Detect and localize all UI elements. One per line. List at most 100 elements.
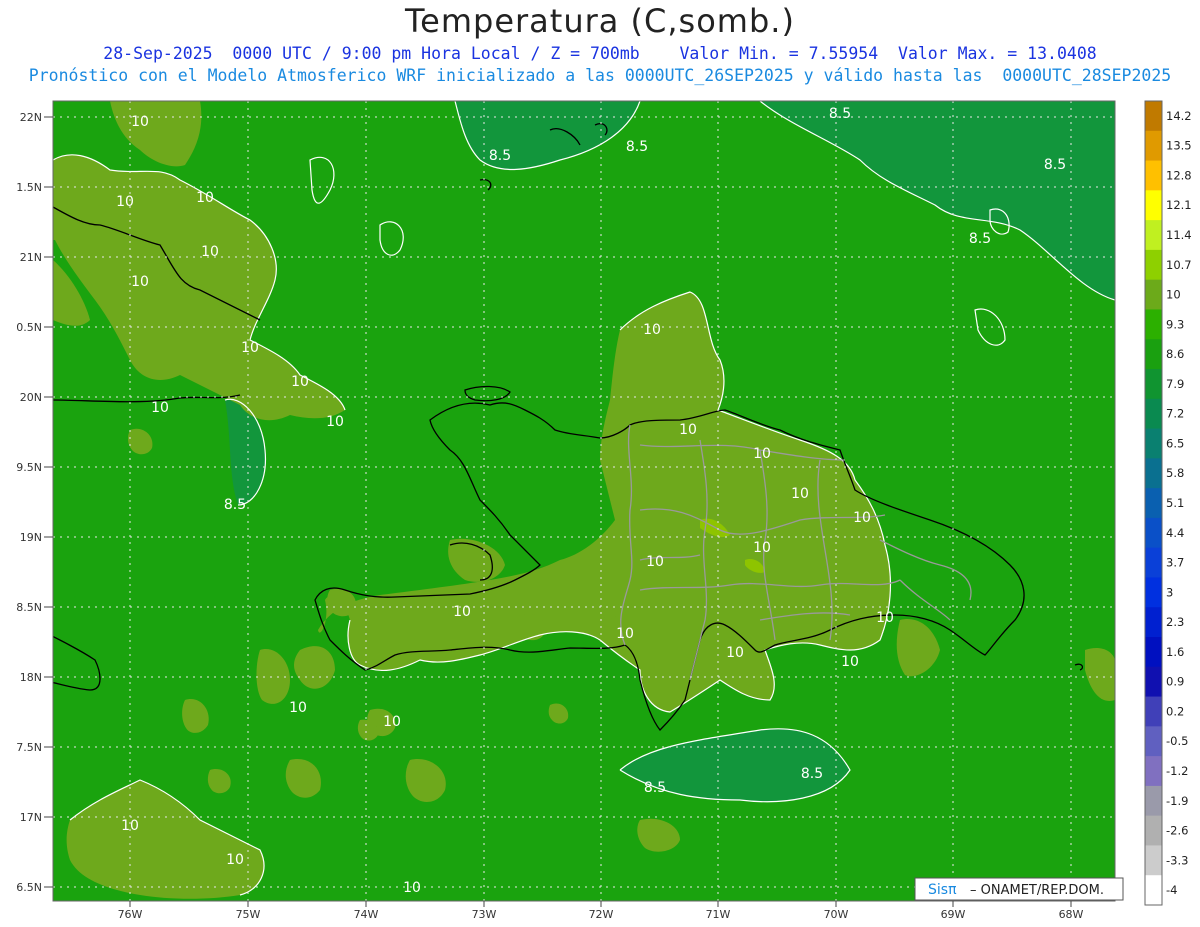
colorbar-label: 9.3 (1166, 317, 1184, 331)
contour-label: 10 (131, 114, 149, 130)
contour-label: 10 (726, 645, 744, 661)
lon-label: 69W (941, 908, 966, 921)
colorbar-label: 13.5 (1166, 139, 1192, 153)
lon-label: 68W (1059, 908, 1084, 921)
contour-label: 10 (853, 510, 871, 526)
lat-label: 8.5N (16, 601, 42, 614)
lat-label: 20N (20, 391, 42, 404)
lon-label: 76W (118, 908, 143, 921)
contour-label: 10 (121, 818, 139, 834)
lon-label: 70W (824, 908, 849, 921)
lon-label: 74W (354, 908, 379, 921)
contour-label: 8.5 (1044, 157, 1066, 173)
colorbar-swatch (1145, 101, 1162, 132)
colorbar-swatch (1145, 309, 1162, 340)
colorbar-label: -3.3 (1166, 853, 1188, 867)
colorbar-label: 10 (1166, 288, 1181, 302)
colorbar-label: -0.5 (1166, 734, 1188, 748)
colorbar-label: 7.2 (1166, 407, 1184, 421)
colorbar-label: 3.7 (1166, 556, 1184, 570)
colorbar-label: -4 (1166, 883, 1177, 897)
colorbar-swatch (1145, 428, 1162, 459)
lat-label: 18N (20, 671, 42, 684)
colorbar-swatch (1145, 488, 1162, 519)
contour-label: 10 (291, 374, 309, 390)
contour-label: 8.5 (801, 766, 823, 782)
contour-label: 10 (679, 422, 697, 438)
colorbar-swatch (1145, 160, 1162, 191)
lat-label: 9.5N (16, 461, 42, 474)
contour-label: 10 (226, 852, 244, 868)
colorbar-label: 11.4 (1166, 228, 1192, 242)
lon-label: 75W (236, 908, 261, 921)
colorbar-swatch (1145, 756, 1162, 787)
colorbar-swatch (1145, 249, 1162, 281)
colorbar-label: 6.5 (1166, 436, 1184, 450)
lat-label: 6.5N (16, 881, 42, 894)
colorbar-label: 1.6 (1166, 645, 1184, 659)
colorbar-swatch (1145, 785, 1162, 817)
contour-label: 8.5 (489, 148, 511, 164)
colorbar-swatch (1145, 845, 1162, 876)
credit-box: Sisπ – ONAMET/REP.DOM. (914, 877, 1124, 901)
lon-label: 72W (589, 908, 614, 921)
colorbar-swatch (1145, 875, 1162, 906)
colorbar-label: 10.7 (1166, 258, 1192, 272)
colorbar-label: 0.2 (1166, 704, 1184, 718)
contour-label: 10 (753, 446, 771, 462)
contour-label: 10 (643, 322, 661, 338)
lat-label: 21N (20, 251, 42, 264)
contour-label: 8.5 (969, 231, 991, 247)
colorbar-swatch (1145, 637, 1162, 668)
colorbar-label: 14.2 (1166, 109, 1192, 123)
lat-label: 17N (20, 811, 42, 824)
colorbar-swatch (1145, 696, 1162, 727)
contour-label: 10 (646, 554, 664, 570)
colorbar-label: 4.4 (1166, 526, 1184, 540)
colorbar-swatch (1145, 339, 1162, 370)
colorbar-swatch (1145, 190, 1162, 221)
contour-label: 10 (841, 654, 859, 670)
contour-label: 10 (289, 700, 307, 716)
contour-label: 10 (453, 604, 471, 620)
colorbar-swatch (1145, 547, 1162, 578)
colorbar-label: 3 (1166, 585, 1173, 599)
credit-brand: Sisπ (928, 882, 957, 898)
temperature-map: 10 10 10 10 10 10 10 10 10 8.5 8.5 8.5 8.5 8.5 8.5 10 10… (16, 100, 1192, 921)
contour-label: 10 (196, 190, 214, 206)
colorbar-swatch (1145, 577, 1162, 608)
contour-label: 8.5 (644, 780, 666, 796)
contour-label: 10 (403, 880, 421, 896)
lat-label: 22N (20, 111, 42, 124)
contour-label: 8.5 (224, 497, 246, 513)
contour-label: 10 (151, 400, 169, 416)
colorbar: 14.2 13.5 12.8 12.1 11.4 10.7 10 9.3 8.6 7.9 7.2 6.… (1144, 100, 1192, 906)
lat-label: 0.5N (16, 321, 42, 334)
colorbar-label: -1.9 (1166, 794, 1188, 808)
colorbar-swatch (1145, 666, 1162, 698)
colorbar-swatch (1145, 726, 1162, 757)
contour-label: 10 (753, 540, 771, 556)
contour-label: 8.5 (626, 139, 648, 155)
contour-label: 10 (876, 610, 894, 626)
longitude-labels: 76W 75W 74W 73W 72W 71W 70W 69W 68W (118, 901, 1084, 921)
colorbar-label: -1.2 (1166, 764, 1188, 778)
colorbar-swatch (1145, 607, 1162, 638)
colorbar-label: 5.8 (1166, 466, 1184, 480)
contour-label: 8.5 (829, 106, 851, 122)
lat-label: 1.5N (16, 181, 42, 194)
contour-label: 10 (791, 486, 809, 502)
latitude-labels: 22N 1.5N 21N 0.5N 20N 9.5N 19N 8.5N 18N 7.5N 17N 6.… (16, 111, 53, 894)
colorbar-label: 7.9 (1166, 377, 1184, 391)
contour-label: 10 (383, 714, 401, 730)
colorbar-swatch (1145, 279, 1162, 310)
contour-label: 10 (616, 626, 634, 642)
contour-label: 10 (116, 194, 134, 210)
colorbar-label: 2.3 (1166, 615, 1184, 629)
credit-text: – ONAMET/REP.DOM. (970, 883, 1104, 898)
lat-label: 7.5N (16, 741, 42, 754)
colorbar-swatch (1145, 517, 1162, 549)
colorbar-swatch (1145, 220, 1162, 251)
colorbar-swatch (1145, 130, 1162, 162)
contour-label: 10 (326, 414, 344, 430)
